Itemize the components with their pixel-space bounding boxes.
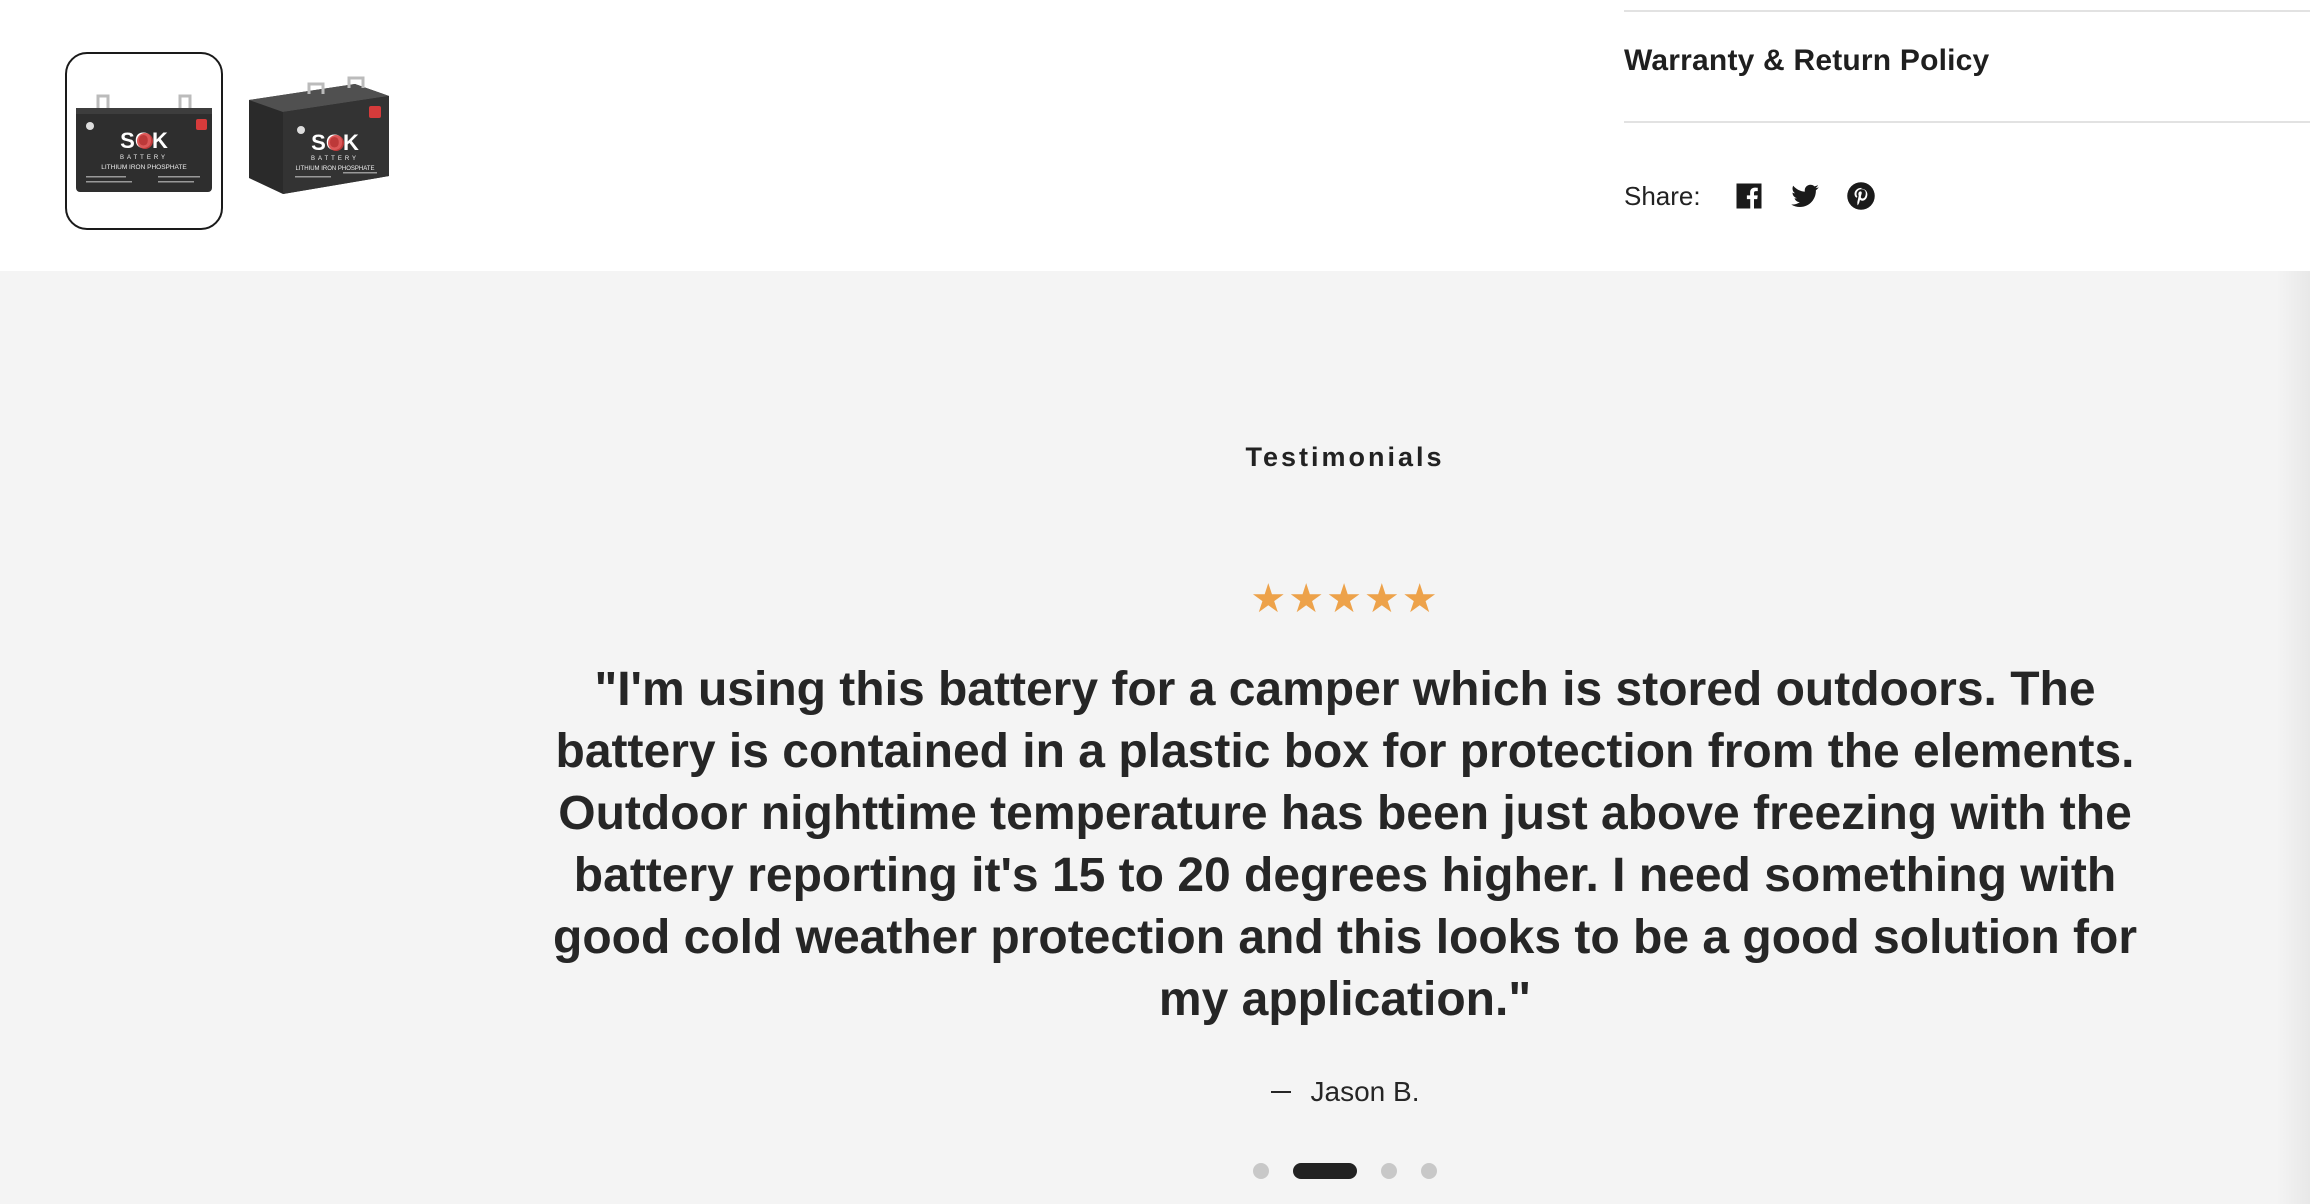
product-media-area: SOK BATTERY LITHIUM IRON PHOSPHATE SOK B… bbox=[0, 0, 2310, 271]
carousel-dot-2[interactable] bbox=[1293, 1163, 1357, 1179]
thumbnail-angled[interactable]: SOK BATTERY LITHIUM IRON PHOSPHATE bbox=[238, 46, 396, 224]
warranty-return-policy-link[interactable]: Warranty & Return Policy bbox=[1624, 44, 1989, 78]
carousel-dot-3[interactable] bbox=[1381, 1163, 1397, 1179]
scroll-edge bbox=[2276, 271, 2310, 1204]
thumb2-line: LITHIUM IRON PHOSPHATE bbox=[296, 166, 375, 172]
info-divider-bottom bbox=[1624, 121, 2310, 123]
carousel-pagination bbox=[1253, 1163, 1461, 1179]
thumb1-line: LITHIUM IRON PHOSPHATE bbox=[101, 164, 187, 171]
thumb2-subtitle: BATTERY bbox=[311, 156, 359, 162]
battery-front-image: SOK BATTERY LITHIUM IRON PHOSPHATE bbox=[76, 94, 212, 192]
thumb1-subtitle: BATTERY bbox=[120, 155, 168, 161]
carousel-dot-4[interactable] bbox=[1421, 1163, 1437, 1179]
twitter-icon[interactable] bbox=[1789, 180, 1821, 212]
rating-stars: ★★★★★ bbox=[1250, 577, 1440, 621]
testimonial-author: Jason B. bbox=[1310, 1076, 1420, 1107]
testimonials-heading: Testimonials bbox=[1245, 442, 1445, 472]
carousel-dot-1[interactable] bbox=[1253, 1163, 1269, 1179]
share-label: Share: bbox=[1624, 180, 1701, 211]
testimonial-quote: "I'm using this battery for a camper whi… bbox=[553, 663, 2137, 1026]
testimonial-author-row: Jason B. bbox=[0, 1076, 2310, 1108]
author-dash bbox=[1270, 1090, 1291, 1093]
testimonials-section: Testimonials ★★★★★ "I'm using this batte… bbox=[0, 271, 2310, 1204]
pinterest-icon[interactable] bbox=[1845, 180, 1877, 212]
thumbnail-front[interactable]: SOK BATTERY LITHIUM IRON PHOSPHATE bbox=[65, 52, 223, 230]
info-divider-top bbox=[1624, 10, 2310, 12]
share-row: Share: bbox=[1624, 180, 1901, 212]
battery-angled-image: SOK BATTERY LITHIUM IRON PHOSPHATE bbox=[249, 76, 389, 194]
facebook-icon[interactable] bbox=[1733, 180, 1765, 212]
